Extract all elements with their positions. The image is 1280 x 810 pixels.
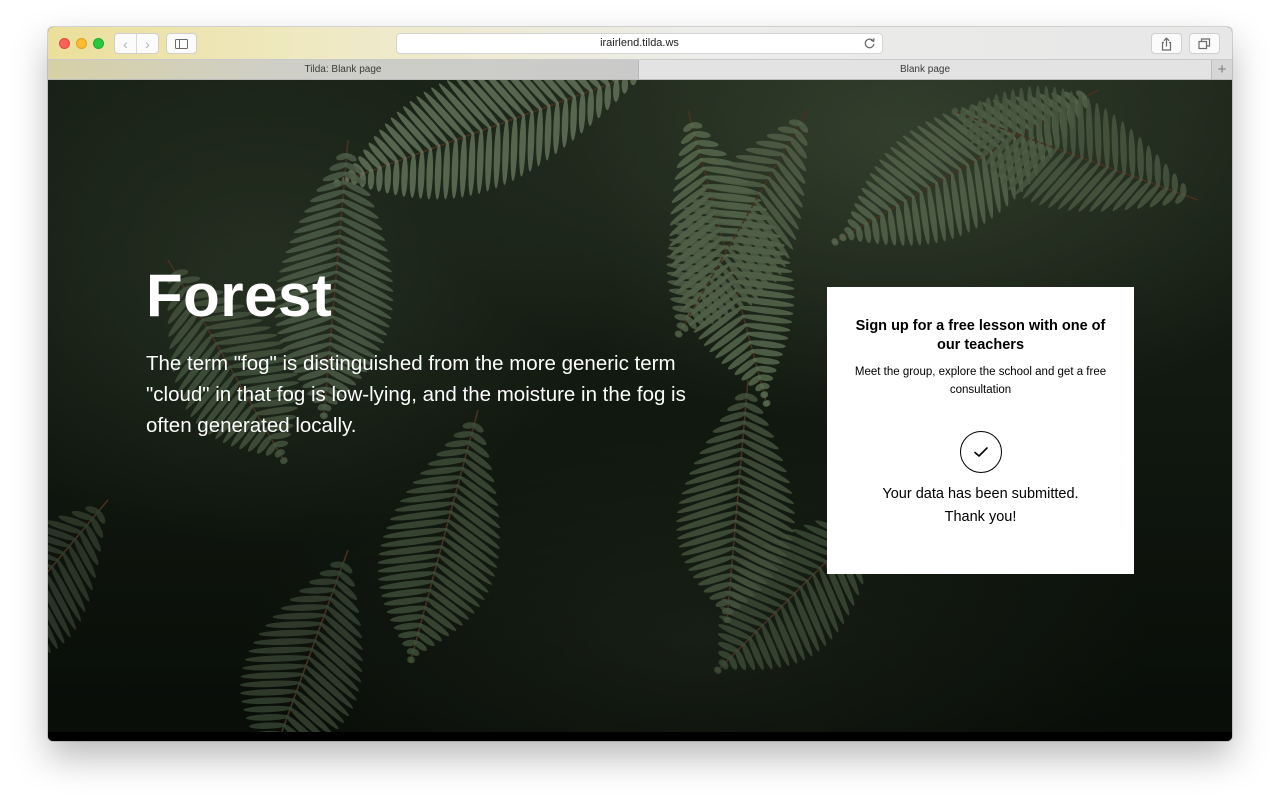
tab-tilda-blank-page[interactable]: Tilda: Blank page (48, 60, 639, 79)
navigation-buttons: ‹ › (114, 33, 159, 54)
signup-form-card: Sign up for a free lesson with one of ou… (827, 287, 1134, 574)
share-icon (1161, 37, 1172, 51)
hero-description: The term "fog" is distinguished from the… (146, 352, 686, 437)
checkmark-icon (960, 431, 1002, 473)
form-subtitle: Meet the group, explore the school and g… (854, 366, 1107, 396)
form-title: Sign up for a free lesson with one of ou… (855, 318, 1106, 353)
success-message: Your data has been submitted. Thank you! (837, 483, 1124, 529)
tab-label: Blank page (899, 64, 951, 75)
browser-toolbar: ‹ › irairlend.tilda.ws (48, 27, 1232, 60)
tab-label: Tilda: Blank page (304, 64, 382, 75)
hero-title: Forest (146, 262, 333, 329)
back-button[interactable]: ‹ (115, 34, 136, 53)
chevron-right-icon: › (145, 35, 150, 52)
minimize-window-button[interactable] (76, 38, 87, 49)
address-bar[interactable]: irairlend.tilda.ws (396, 33, 883, 54)
plus-icon: + (1217, 61, 1227, 78)
zoom-window-button[interactable] (93, 38, 104, 49)
tab-blank-page[interactable]: Blank page (639, 60, 1212, 79)
forward-button[interactable]: › (136, 34, 158, 53)
sidebar-icon (175, 38, 188, 49)
page-bottom-edge (48, 732, 1232, 741)
share-button[interactable] (1151, 33, 1182, 54)
url-text: irairlend.tilda.ws (600, 37, 679, 49)
close-window-button[interactable] (59, 38, 70, 49)
success-message-line-1: Your data has been submitted. (882, 486, 1079, 502)
tab-bar: Tilda: Blank page Blank page + (48, 60, 1232, 80)
sidebar-toggle-button[interactable] (166, 33, 197, 54)
tabs-overview-button[interactable] (1189, 33, 1220, 54)
tabs-overview-icon (1198, 37, 1211, 49)
page-content: Forest The term "fog" is distinguished f… (48, 80, 1232, 741)
new-tab-button[interactable]: + (1212, 60, 1232, 79)
chevron-left-icon: ‹ (123, 35, 128, 52)
success-message-line-2: Thank you! (944, 509, 1017, 525)
browser-window: ‹ › irairlend.tilda.ws Tilda: Blank page… (48, 27, 1232, 741)
reload-icon[interactable] (863, 37, 876, 50)
